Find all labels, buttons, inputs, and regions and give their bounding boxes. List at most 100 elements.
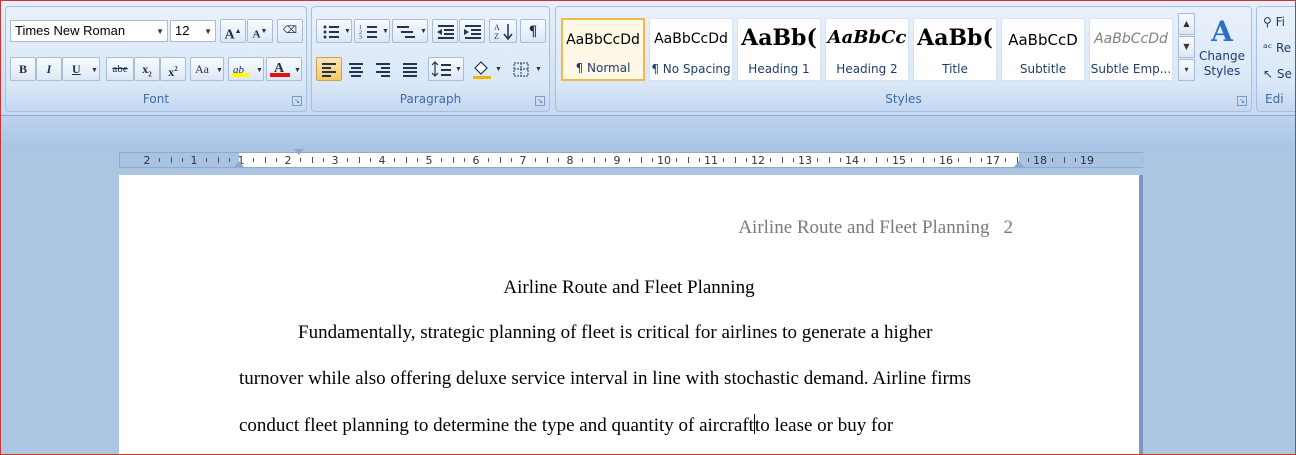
multilevel-list-button[interactable]: ▼ bbox=[392, 19, 428, 43]
style-subtle-emphasis[interactable]: AaBbCcDd Subtle Emp... bbox=[1089, 18, 1173, 81]
bullets-button[interactable]: ▼ bbox=[316, 19, 352, 43]
font-name-combo[interactable]: Times New Roman ▼ bbox=[10, 20, 168, 42]
line-spacing-button[interactable]: ▼ bbox=[428, 57, 464, 81]
ruler-tick bbox=[594, 157, 595, 163]
ruler-tick bbox=[840, 158, 841, 162]
ruler-tick bbox=[359, 157, 360, 163]
ruler-tick bbox=[511, 158, 512, 162]
font-size-combo[interactable]: 12 ▼ bbox=[170, 20, 216, 42]
svg-text:▼: ▼ bbox=[382, 27, 389, 35]
shading-button[interactable]: ▼ bbox=[468, 57, 504, 81]
document-title: Airline Route and Fleet Planning bbox=[503, 277, 755, 298]
ruler-label: 5 bbox=[425, 154, 433, 167]
shrink-font-icon: A bbox=[252, 28, 261, 41]
styles-dialog-launcher[interactable]: ↘ bbox=[1237, 96, 1247, 106]
ruler-label: 12 bbox=[751, 154, 765, 167]
ruler-tick bbox=[582, 158, 583, 162]
ruler-tick bbox=[817, 158, 818, 162]
gallery-down-button[interactable]: ▼ bbox=[1178, 36, 1195, 58]
workspace-background bbox=[0, 116, 1296, 150]
left-indent-marker[interactable] bbox=[234, 161, 244, 167]
gallery-up-button[interactable]: ▲ bbox=[1178, 13, 1195, 35]
bold-button[interactable]: B bbox=[10, 57, 36, 81]
ruler-tick bbox=[394, 158, 395, 162]
superscript-button[interactable]: x2 bbox=[160, 57, 186, 81]
ruler-tick bbox=[1052, 158, 1053, 162]
ruler-label: 17 bbox=[986, 154, 1000, 167]
chevron-down-icon: ▼ bbox=[294, 66, 301, 74]
first-line-indent-marker[interactable] bbox=[294, 149, 304, 155]
select-button[interactable]: ↖ Se bbox=[1263, 67, 1292, 81]
align-right-button[interactable] bbox=[370, 57, 396, 81]
show-hide-formatting-button[interactable]: ¶ bbox=[520, 19, 546, 43]
align-left-button[interactable] bbox=[316, 57, 342, 81]
justify-button[interactable] bbox=[397, 57, 423, 81]
style-sample: AaBbCcDd bbox=[1094, 31, 1168, 47]
change-case-button[interactable]: Aa ▼ bbox=[190, 57, 224, 81]
style-subtitle[interactable]: AaBbCcD Subtitle bbox=[1001, 18, 1085, 81]
horizontal-ruler[interactable]: 2 1 1 2 3 4 5 6 7 8 9 10 11 12 13 14 15 16 17 18 19 bbox=[119, 149, 1144, 168]
numbering-icon: 1 2 3 ▼ bbox=[359, 25, 389, 41]
change-styles-icon: A bbox=[1211, 15, 1233, 48]
font-size-value: 12 bbox=[175, 23, 190, 38]
ruler-label: 3 bbox=[331, 154, 339, 167]
style-name: Subtitle bbox=[1019, 62, 1067, 76]
font-group: Times New Roman ▼ 12 ▼ A▲ A▼ ⌫ B I U ▼ ab… bbox=[5, 6, 307, 112]
style-no-spacing[interactable]: AaBbCcDd ¶ No Spacing bbox=[649, 18, 733, 81]
sort-button[interactable]: AZ bbox=[489, 19, 517, 43]
numbering-button[interactable]: 1 2 3 ▼ bbox=[354, 19, 390, 43]
change-case-icon: Aa bbox=[195, 62, 209, 76]
document-page[interactable]: Airline Route and Fleet Planning 2 Airlin… bbox=[119, 175, 1139, 455]
italic-icon: I bbox=[46, 62, 52, 76]
running-head: Airline Route and Fleet Planning bbox=[738, 217, 990, 238]
shrink-font-button[interactable]: A▼ bbox=[247, 19, 273, 43]
style-heading-1[interactable]: AaBb( Heading 1 bbox=[737, 18, 821, 81]
binoculars-icon: ⚲ bbox=[1263, 15, 1272, 29]
replace-button[interactable]: ᵃᶜ Re bbox=[1263, 41, 1291, 55]
select-label: Se bbox=[1276, 67, 1292, 81]
font-color-button[interactable]: A ▼ bbox=[266, 57, 302, 81]
style-title[interactable]: AaBb( Title bbox=[913, 18, 997, 81]
ruler-label: 18 bbox=[1033, 154, 1047, 167]
font-dialog-launcher[interactable]: ↘ bbox=[292, 96, 302, 106]
highlight-button[interactable]: ab ▼ bbox=[228, 57, 264, 81]
ruler-tick bbox=[723, 158, 724, 162]
strikethrough-button[interactable]: abe bbox=[106, 57, 134, 81]
right-indent-marker[interactable] bbox=[1014, 161, 1024, 167]
style-name: Subtle Emp... bbox=[1090, 62, 1172, 76]
ruler-tick bbox=[206, 158, 207, 162]
italic-button[interactable]: I bbox=[36, 57, 62, 81]
paint-bucket-icon: ▼ bbox=[473, 61, 502, 79]
ruler-tick bbox=[770, 158, 771, 162]
ruler-tick bbox=[300, 158, 301, 162]
ruler-tick bbox=[746, 158, 747, 162]
borders-button[interactable]: ▼ bbox=[508, 57, 544, 81]
clear-formatting-button[interactable]: ⌫ bbox=[277, 19, 303, 43]
ruler-tick bbox=[370, 158, 371, 162]
eraser-icon: ⌫ bbox=[282, 25, 298, 36]
style-heading-2[interactable]: AaBbCc Heading 2 bbox=[825, 18, 909, 81]
ribbon: Times New Roman ▼ 12 ▼ A▲ A▼ ⌫ B I U ▼ ab… bbox=[0, 0, 1296, 116]
align-center-button[interactable] bbox=[343, 57, 369, 81]
ruler-label: 2 bbox=[284, 154, 292, 167]
change-styles-button[interactable]: A Change Styles bbox=[1196, 15, 1248, 91]
ruler-tick bbox=[218, 157, 219, 163]
increase-indent-icon bbox=[464, 25, 481, 39]
grow-font-button[interactable]: A▲ bbox=[220, 19, 246, 43]
find-button[interactable]: ⚲ Fi bbox=[1263, 15, 1285, 29]
ruler-tick bbox=[911, 158, 912, 162]
style-name: Title bbox=[942, 62, 968, 76]
style-normal[interactable]: AaBbCcDd ¶ Normal bbox=[561, 18, 645, 81]
chevron-down-icon: ▼ bbox=[256, 66, 263, 74]
font-name-value: Times New Roman bbox=[15, 23, 126, 38]
decrease-indent-button[interactable] bbox=[432, 19, 458, 43]
gallery-more-button[interactable]: ▾ bbox=[1178, 59, 1195, 81]
increase-indent-button[interactable] bbox=[459, 19, 485, 43]
bullets-icon: ▼ bbox=[323, 25, 351, 39]
replace-icon: ᵃᶜ bbox=[1263, 41, 1273, 55]
paragraph-line-3: conduct fleet planning to determine the … bbox=[239, 414, 893, 437]
subscript-button[interactable]: x2 bbox=[134, 57, 160, 81]
paragraph-dialog-launcher[interactable]: ↘ bbox=[535, 96, 545, 106]
underline-button[interactable]: U ▼ bbox=[62, 57, 100, 81]
svg-text:▼: ▼ bbox=[455, 65, 462, 73]
